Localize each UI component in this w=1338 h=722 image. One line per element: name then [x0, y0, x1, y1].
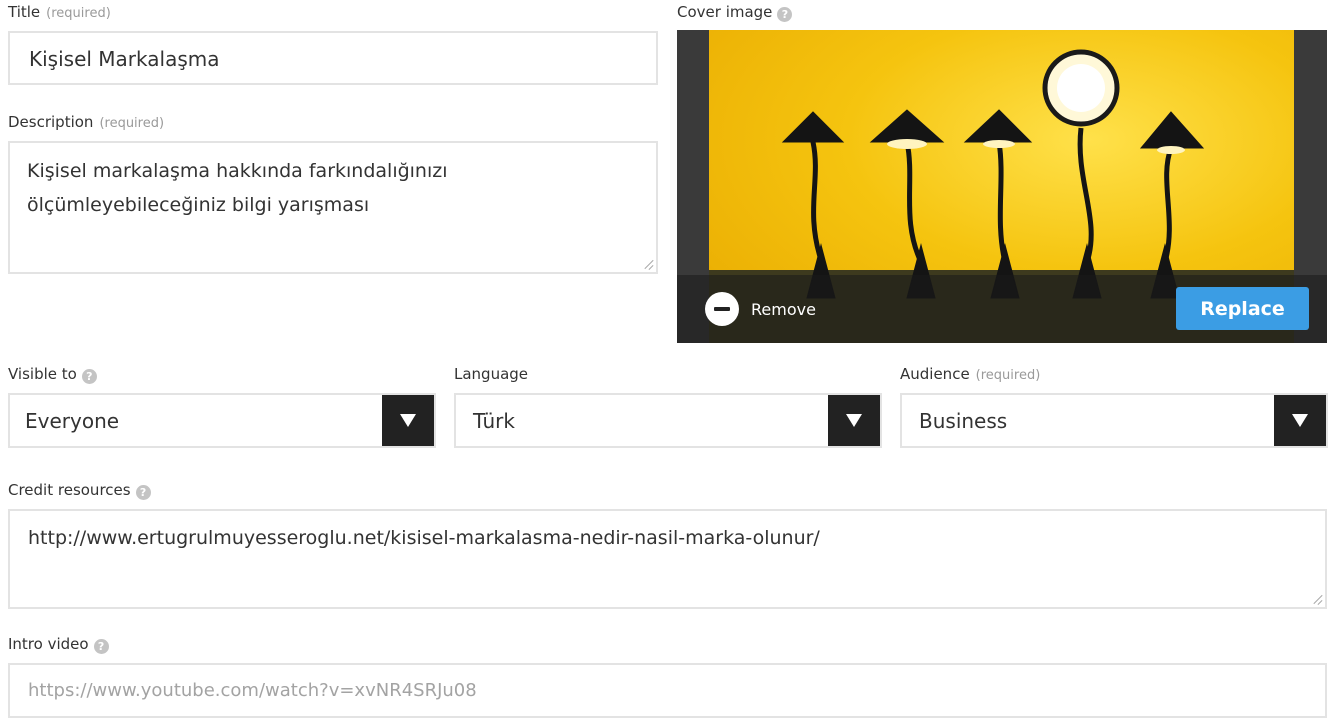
- audience-value: Business: [919, 409, 1008, 433]
- minus-circle-icon: [705, 292, 739, 326]
- required-hint: (required): [46, 6, 111, 21]
- description-label: Description (required): [8, 113, 164, 131]
- help-icon[interactable]: ?: [93, 639, 109, 654]
- visible-to-label: Visible to?: [8, 365, 97, 384]
- description-value: Kişisel markalaşma hakkında farkındalığı…: [27, 154, 448, 222]
- resize-handle-icon[interactable]: [643, 259, 653, 269]
- visible-to-label-text: Visible to: [8, 365, 77, 383]
- audience-label: Audience (required): [900, 365, 1040, 383]
- help-icon[interactable]: ?: [777, 7, 793, 22]
- help-icon[interactable]: ?: [135, 485, 151, 500]
- title-input[interactable]: Kişisel Markalaşma: [8, 31, 658, 85]
- credit-resources-label: Credit resources?: [8, 481, 151, 500]
- audience-select[interactable]: Business: [900, 393, 1328, 448]
- intro-video-input[interactable]: https://www.youtube.com/watch?v=xvNR4SRJ…: [8, 663, 1327, 718]
- language-value: Türk: [473, 409, 515, 433]
- description-line-2: ölçümleyebileceğiniz bilgi yarışması: [27, 194, 370, 216]
- title-value: Kişisel Markalaşma: [29, 47, 220, 71]
- dropdown-arrow-icon[interactable]: [1274, 395, 1326, 446]
- credit-resources-label-text: Credit resources: [8, 481, 131, 499]
- dropdown-arrow-icon[interactable]: [382, 395, 434, 446]
- remove-label: Remove: [751, 299, 816, 319]
- title-label: Title (required): [8, 3, 111, 21]
- language-label-text: Language: [454, 365, 529, 383]
- intro-video-label: Intro video?: [8, 635, 109, 654]
- visible-to-select[interactable]: Everyone: [8, 393, 436, 448]
- cover-image-label: Cover image?: [677, 3, 793, 22]
- replace-button[interactable]: Replace: [1176, 287, 1309, 330]
- intro-video-placeholder: https://www.youtube.com/watch?v=xvNR4SRJ…: [28, 680, 477, 701]
- required-hint: (required): [99, 116, 165, 131]
- cover-image-toolbar: Remove Replace: [677, 275, 1327, 343]
- dropdown-arrow-icon[interactable]: [828, 395, 880, 446]
- credit-resources-value: http://www.ertugrulmuyesseroglu.net/kisi…: [28, 527, 820, 549]
- language-label: Language: [454, 365, 528, 383]
- intro-video-label-text: Intro video: [8, 635, 89, 653]
- visible-to-value: Everyone: [25, 409, 120, 433]
- audience-label-text: Audience: [900, 365, 970, 383]
- cover-image: Remove Replace: [677, 30, 1327, 343]
- language-select[interactable]: Türk: [454, 393, 882, 448]
- description-line-1: Kişisel markalaşma hakkında farkındalığı…: [27, 160, 448, 182]
- required-hint: (required): [975, 368, 1041, 383]
- description-label-text: Description: [8, 113, 94, 131]
- credit-resources-textarea[interactable]: http://www.ertugrulmuyesseroglu.net/kisi…: [8, 509, 1327, 609]
- help-icon[interactable]: ?: [81, 369, 97, 384]
- cover-image-label-text: Cover image: [677, 3, 773, 21]
- resize-handle-icon[interactable]: [1312, 594, 1322, 604]
- remove-button[interactable]: Remove: [705, 292, 816, 326]
- title-label-text: Title: [8, 3, 41, 21]
- description-textarea[interactable]: Kişisel markalaşma hakkında farkındalığı…: [8, 141, 658, 274]
